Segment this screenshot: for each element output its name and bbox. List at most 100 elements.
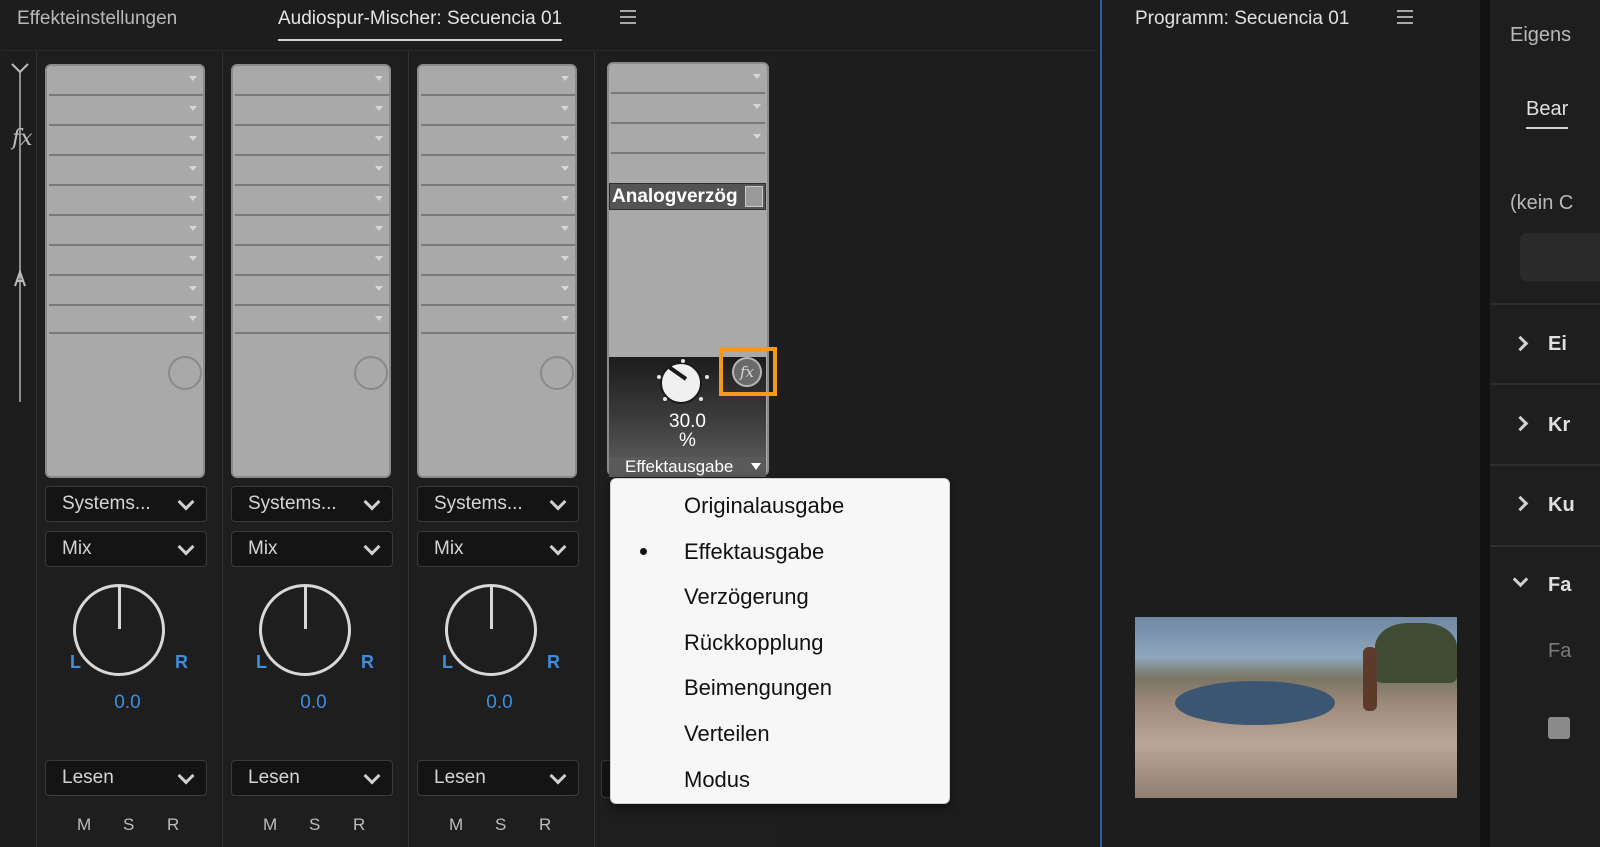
pan-left-label: L — [70, 652, 81, 672]
properties-checkbox[interactable] — [1548, 717, 1570, 739]
effects-rack[interactable] — [45, 64, 205, 478]
chevron-right-icon[interactable] — [1512, 335, 1529, 352]
solo-button[interactable]: S — [309, 815, 320, 835]
chevron-down-icon[interactable] — [1512, 571, 1529, 588]
chevron-right-icon[interactable] — [1512, 495, 1529, 512]
output-label: Systems... — [248, 493, 337, 514]
menu-item-mix[interactable]: Beimengungen — [611, 665, 949, 711]
menu-item-mode[interactable]: Modus — [611, 757, 949, 803]
chevron-down-icon — [177, 493, 195, 511]
properties-section-4[interactable]: Fa — [1548, 574, 1571, 597]
menu-item-label: Originalausgabe — [684, 493, 845, 518]
effect-value-unit: % — [679, 430, 696, 451]
chevron-down-icon — [363, 538, 381, 556]
menu-item-label: Beimengungen — [684, 675, 833, 701]
properties-title[interactable]: Eigens — [1510, 24, 1571, 47]
chevron-down-icon[interactable] — [10, 62, 30, 76]
mute-button[interactable]: M — [263, 815, 277, 835]
chevron-down-icon — [549, 493, 567, 511]
automation-label: Lesen — [62, 767, 114, 788]
tab-audio-track-mixer[interactable]: Audiospur-Mischer: Secuencia 01 — [278, 8, 563, 41]
solo-button[interactable]: S — [495, 815, 506, 835]
automation-dropdown[interactable]: Lesen — [231, 760, 393, 796]
knob-tick — [705, 375, 709, 379]
output-dropdown[interactable]: Systems... — [231, 486, 393, 522]
properties-tab[interactable]: Bear — [1526, 98, 1569, 129]
output-dropdown[interactable]: Systems... — [45, 486, 207, 522]
pan-value[interactable]: 0.0 — [409, 692, 590, 714]
record-button[interactable]: R — [167, 815, 179, 835]
tab-effect-settings[interactable]: Effekteinstellungen — [17, 8, 177, 30]
chevron-right-icon[interactable] — [1512, 415, 1529, 432]
menu-item-label: Verzögerung — [684, 584, 809, 610]
mode-dropdown[interactable]: Mix — [417, 531, 579, 567]
automation-dropdown[interactable]: Lesen — [417, 760, 579, 796]
fx-icon[interactable]: fx — [12, 126, 33, 151]
effects-rack[interactable] — [231, 64, 391, 478]
menu-item-label: Rückkopplung — [684, 629, 824, 655]
pan-knob[interactable] — [445, 584, 537, 676]
menu-item-label: Modus — [684, 766, 751, 792]
properties-section-1[interactable]: Ei — [1548, 333, 1567, 356]
effect-name-label: Analogverzög — [612, 186, 738, 207]
menu-item-label: Effektausgabe — [684, 538, 825, 564]
effect-parameter-dropdown[interactable]: Effektausgabe — [609, 457, 766, 477]
menu-item-feedback[interactable]: Rückkopplung — [611, 620, 949, 666]
record-button[interactable]: R — [539, 815, 551, 835]
output-label: Systems... — [62, 493, 151, 514]
knob-tick — [681, 359, 685, 363]
knob-tick — [699, 397, 703, 401]
pan-right-label: R — [175, 652, 188, 672]
panel-focus-divider — [1100, 0, 1102, 847]
pan-knob[interactable] — [73, 584, 165, 676]
automation-label: Lesen — [434, 767, 486, 788]
send-level-knob[interactable] — [168, 356, 202, 390]
video-skate-bowl — [1175, 681, 1335, 725]
knob-tick — [663, 397, 667, 401]
send-icon[interactable] — [10, 268, 30, 290]
track-strip-1: Systems... Mix L R 0.0 Lesen M S R — [36, 52, 218, 847]
program-video-frame[interactable] — [1135, 617, 1457, 798]
video-skater — [1363, 647, 1377, 711]
menu-item-spread[interactable]: Verteilen — [611, 711, 949, 757]
effect-parameter-label: Effektausgabe — [625, 457, 734, 476]
automation-label: Lesen — [248, 767, 300, 788]
mixer-left-rail: fx — [4, 52, 34, 847]
highlight-box — [719, 347, 777, 396]
chevron-down-icon — [177, 767, 195, 785]
properties-section-3[interactable]: Ku — [1548, 494, 1575, 517]
properties-button[interactable] — [1520, 233, 1600, 281]
send-level-knob[interactable] — [354, 356, 388, 390]
solo-button[interactable]: S — [123, 815, 134, 835]
properties-no-selection: (kein C — [1510, 192, 1574, 214]
panel-menu-icon[interactable] — [1397, 10, 1413, 24]
panel-menu-icon[interactable] — [620, 10, 636, 24]
menu-item-original-output[interactable]: Originalausgabe — [611, 483, 949, 529]
pan-value[interactable]: 0.0 — [223, 692, 404, 714]
menu-item-label: Verteilen — [684, 720, 770, 746]
effect-name-slot[interactable]: Analogverzög — [609, 183, 766, 210]
properties-section-2[interactable]: Kr — [1548, 414, 1570, 437]
properties-panel: Eigens Bear (kein C Ei Kr Ku Fa Fa — [1490, 0, 1600, 847]
effect-menu-button[interactable] — [745, 186, 763, 207]
caret-down-icon — [751, 463, 761, 470]
effects-rack[interactable] — [417, 64, 577, 478]
record-button[interactable]: R — [353, 815, 365, 835]
menu-item-effect-output[interactable]: Effektausgabe — [611, 529, 949, 575]
mute-button[interactable]: M — [449, 815, 463, 835]
send-level-knob[interactable] — [540, 356, 574, 390]
mute-button[interactable]: M — [77, 815, 91, 835]
track-strip-3: Systems... Mix L R 0.0 Lesen M S R — [408, 52, 590, 847]
mode-dropdown[interactable]: Mix — [231, 531, 393, 567]
chevron-down-icon — [549, 538, 567, 556]
mode-label: Mix — [248, 538, 278, 559]
mode-dropdown[interactable]: Mix — [45, 531, 207, 567]
chevron-down-icon — [549, 767, 567, 785]
pan-knob[interactable] — [259, 584, 351, 676]
pan-value[interactable]: 0.0 — [37, 692, 218, 714]
menu-item-delay[interactable]: Verzögerung — [611, 574, 949, 620]
tab-program[interactable]: Programm: Secuencia 01 — [1135, 8, 1349, 30]
automation-dropdown[interactable]: Lesen — [45, 760, 207, 796]
output-dropdown[interactable]: Systems... — [417, 486, 579, 522]
effect-parameter-value[interactable]: 30.0 % — [609, 412, 766, 450]
